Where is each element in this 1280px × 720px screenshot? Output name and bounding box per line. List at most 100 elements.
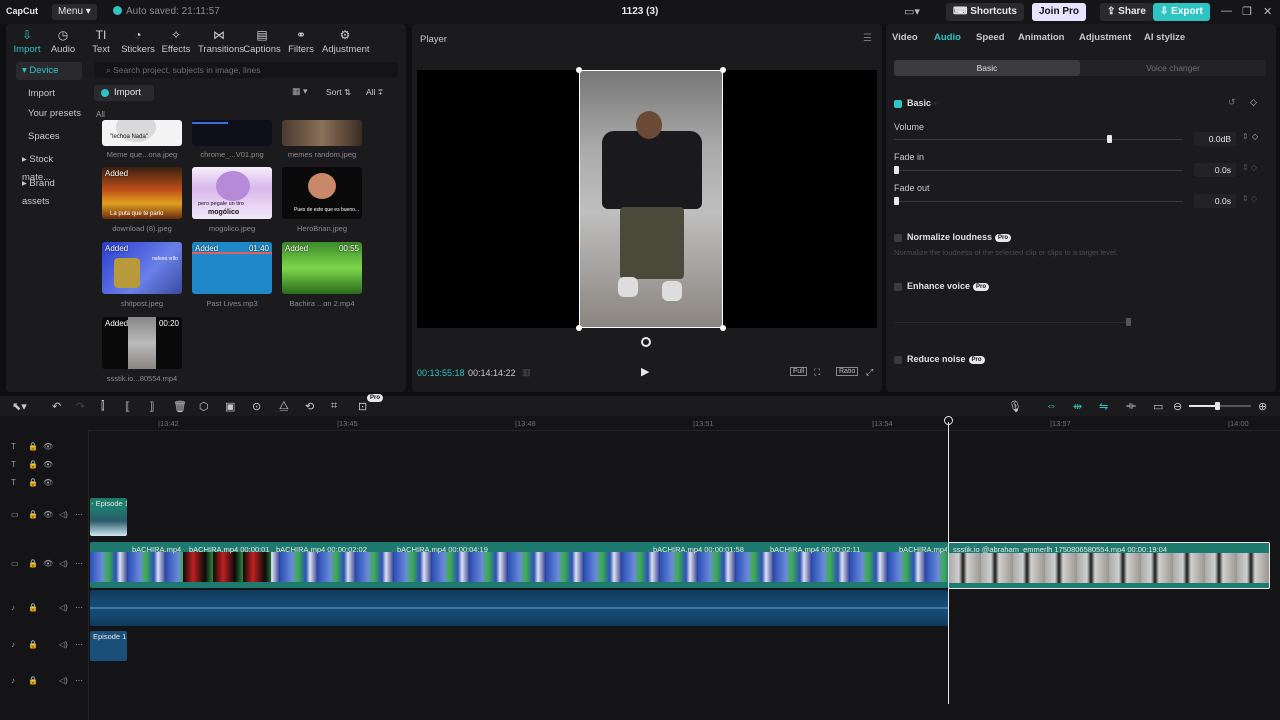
fade-out-knob[interactable] [894,197,899,205]
episode-overlay-clip[interactable]: - Episode 1 [90,498,127,536]
redo-icon[interactable]: ↷ [76,400,85,413]
sidebar-item-presets[interactable]: Your presets [16,105,82,123]
reduce-noise-checkbox[interactable] [894,356,902,364]
tab-filters[interactable]: ⚭ Filters [280,28,322,55]
reverse-icon[interactable]: ⊙ [252,400,261,413]
fade-out-value[interactable]: 0.0s [1194,194,1236,208]
crop-tool-icon[interactable]: ⌗ [331,400,337,413]
basic-segment[interactable]: Basic [894,60,1080,76]
play-icon[interactable]: ▶ [641,365,649,378]
fade-in-stepper-icon[interactable]: ⇕ ◇ [1242,163,1257,172]
tab-audio[interactable]: ◷ Audio [42,28,84,55]
crop-icon[interactable]: ⛶ [814,367,820,378]
audio-mode-switch[interactable]: Basic Voice changer [894,60,1266,76]
tab-adjustment[interactable]: Adjustment [1079,32,1131,43]
sidebar-item-device[interactable]: ▾ Device [16,62,82,80]
sidebar-item-import[interactable]: Import [16,85,82,103]
close-icon[interactable]: ✕ [1263,5,1272,18]
tab-adjustment[interactable]: ⚙ Adjustment [322,28,370,55]
episode-audio-clip[interactable]: Episode 1 [90,631,127,661]
main-track-magnet-icon[interactable]: ⇔ [1046,400,1057,412]
resize-handle[interactable] [720,325,726,331]
sidebar-item-spaces[interactable]: Spaces [16,128,82,146]
tab-audio[interactable]: Audio [934,32,961,43]
volume-value[interactable]: 0.0dB [1194,132,1236,146]
tab-text[interactable]: TI Text [80,28,122,55]
auto-snap-icon[interactable]: ⇹ [1073,400,1082,413]
media-item[interactable]: Added La puta que te pario [102,167,182,219]
enhance-slider[interactable] [894,318,1131,326]
tab-transitions[interactable]: ⋈ Transitions [198,28,244,55]
fade-in-value[interactable]: 0.0s [1194,163,1236,177]
select-tool-icon[interactable]: ⬉▾ [12,400,27,413]
tab-speed[interactable]: Speed [976,32,1005,43]
media-item[interactable]: Added 00:55 [282,242,362,294]
volume-knob[interactable] [1107,135,1113,143]
player-menu-icon[interactable]: ☰ [863,33,872,44]
media-item[interactable] [192,120,272,146]
zoom-out-icon[interactable]: ⊖ [1173,400,1182,413]
import-button[interactable]: Import [94,85,154,101]
zoom-in-icon[interactable]: ⊕ [1258,400,1267,413]
trim-right-icon[interactable]: ⟧ [149,400,154,413]
caption-track-icon[interactable]: ▭ [1153,400,1163,413]
filter-all-button[interactable]: All ⩱ [366,87,383,98]
keyframe-icon[interactable]: ◇ [1250,97,1257,108]
resize-handle[interactable] [576,325,582,331]
delete-icon[interactable]: 🗑 [173,400,187,413]
tab-animation[interactable]: Animation [1018,32,1064,43]
enhance-knob[interactable] [1126,318,1131,326]
tab-ai-stylize[interactable]: AI stylize [1144,32,1185,43]
linkage-icon[interactable]: ⇋ [1099,400,1108,413]
basic-checkbox[interactable] [894,100,902,108]
fade-out-stepper-icon[interactable]: ⇕ ◇ [1242,194,1257,203]
minimize-icon[interactable]: — [1221,5,1232,17]
volume-stepper-icon[interactable]: ⇕ [1242,132,1249,141]
sort-button[interactable]: Sort ⇅ [326,87,351,98]
sidebar-item-brand[interactable]: ▸ Brand assets [16,175,82,207]
enhance-checkbox[interactable] [894,283,902,291]
layout-icon[interactable]: ▭▾ [904,5,920,18]
voice-changer-segment[interactable]: Voice changer [1080,60,1266,76]
volume-slider[interactable] [894,135,1182,143]
timecode-format-icon[interactable]: ▥ [522,367,531,378]
resize-handle[interactable] [576,67,582,73]
media-item[interactable]: "lechoa Nada" [102,120,182,146]
view-toggle[interactable]: ▦ ▾ [292,86,308,97]
search-input[interactable]: ⌕ Search project, subjects in image, lin… [94,62,398,78]
fade-out-slider[interactable] [894,197,1182,205]
timeline[interactable]: |13:42 |13:45 |13:48 |13:51 |13:54 |13:5… [0,416,1280,720]
media-item[interactable]: Added nafeea vrllo [102,242,182,294]
mask-icon[interactable]: ⬡ [199,400,209,413]
tab-video[interactable]: Video [892,32,918,43]
fullscreen-icon[interactable]: ⤢ [866,367,873,378]
media-item[interactable]: Added 01:40 [192,242,272,294]
video-frame[interactable] [579,70,723,328]
full-button[interactable]: Full [790,367,808,376]
rotate-handle-icon[interactable] [641,337,651,347]
export-button[interactable]: ⇩ Export [1153,3,1210,21]
reset-icon[interactable]: ↺ [1228,97,1236,108]
tab-stickers[interactable]: ◔ Stickers [117,28,159,55]
shortcuts-button[interactable]: ⌨ Shortcuts [946,3,1024,21]
rotate-icon[interactable]: ⟲ [305,400,314,413]
undo-icon[interactable]: ↶ [52,400,61,413]
resize-handle[interactable] [720,67,726,73]
auto-reframe-icon[interactable]: ⊡ Pro [358,394,384,413]
split-icon[interactable]: ⫿ [101,400,105,413]
tab-captions[interactable]: ▤ Captions [241,28,283,55]
fade-in-slider[interactable] [894,166,1182,174]
playhead[interactable] [948,422,949,704]
restore-icon[interactable]: ❐ [1242,5,1252,18]
share-button[interactable]: ⇪ Share [1100,3,1153,21]
mirror-icon[interactable]: ⧋ [279,400,289,413]
ratio-button[interactable]: Ratio [836,367,859,376]
freeze-icon[interactable]: ▣ [225,400,235,413]
audio-clip[interactable] [90,590,948,626]
zoom-slider[interactable] [1189,402,1251,410]
normalize-checkbox[interactable] [894,234,902,242]
volume-keyframe-icon[interactable]: ◇ [1252,132,1258,141]
media-item[interactable]: Pues de este que es bueno... [282,167,362,219]
media-item[interactable]: Added 00:20 [102,317,182,369]
trim-left-icon[interactable]: ⟦ [125,400,130,413]
